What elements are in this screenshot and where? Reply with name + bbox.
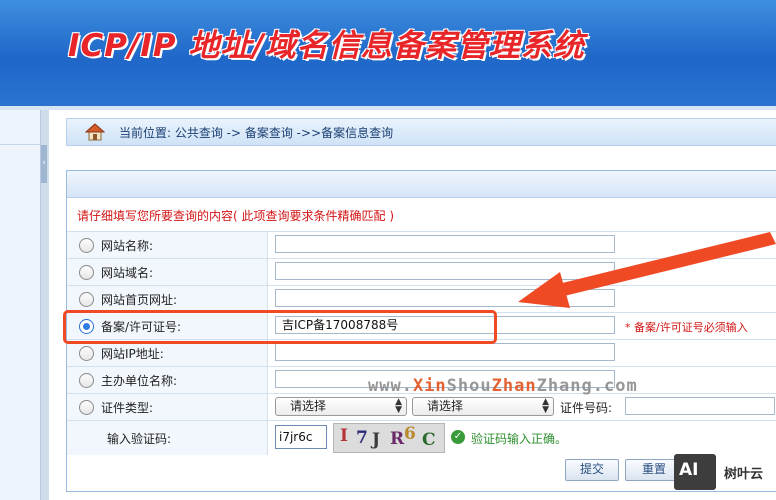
watermark: www.XinShouZhanZhang.com — [368, 376, 638, 396]
badge-name: 树叶云 — [724, 467, 764, 482]
captcha-char: R — [390, 429, 405, 449]
radio-site-name[interactable] — [79, 238, 94, 253]
radio-site-ip[interactable] — [79, 346, 94, 361]
brand-badge: AI 树叶云 — [672, 452, 776, 492]
captcha-char: C — [422, 430, 436, 450]
captcha-char: 7 — [356, 428, 368, 448]
left-nav-pane — [0, 110, 40, 500]
header-subbar — [0, 106, 776, 110]
query-notice: 请仔细填写您所要查询的内容( 此项查询要求条件精确匹配 ) — [77, 209, 394, 223]
label-cell: 网站域名: — [67, 259, 268, 285]
check-circle-icon: ✓ — [451, 430, 465, 444]
captcha-char: J — [372, 430, 381, 450]
breadcrumb-text: 当前位置: 公共查询 -> 备案查询 ->>备案信息查询 — [119, 126, 394, 140]
radio-site-domain[interactable] — [79, 265, 94, 280]
header-banner: ICP/IP 地址/域名信息备案管理系统 — [0, 0, 776, 106]
cert-subtype-select-value: 请选择 — [427, 399, 464, 413]
label-captcha: 输入验证码: — [107, 432, 172, 446]
watermark-part2: Shou — [446, 376, 492, 396]
label-cell: 输入验证码: — [67, 421, 268, 455]
radio-homepage-url[interactable] — [79, 292, 94, 307]
annotation-arrow — [518, 232, 776, 308]
label-cell: 网站名称: — [67, 232, 268, 258]
watermark-part4: Zhang — [536, 376, 593, 396]
form-row-captcha: 输入验证码: i7jr6c I 7 J R 6 C ✓ 验证码输入正确。 — [67, 420, 776, 455]
home-icon[interactable] — [85, 122, 105, 142]
label-cell: 主办单位名称: — [67, 367, 268, 393]
label-organizer: 主办单位名称: — [101, 374, 178, 388]
submit-button[interactable]: 提交 — [565, 459, 619, 481]
panel-header — [67, 171, 776, 198]
label-homepage-url: 网站首页网址: — [101, 293, 178, 307]
radio-cert-type[interactable] — [79, 400, 94, 415]
cert-type-select-value: 请选择 — [290, 399, 327, 413]
watermark-part1: Xin — [412, 376, 447, 396]
form-row-cert-type: 证件类型: 请选择 ▲ ▼ 请选择 ▲ ▼ 证件号码: — [67, 393, 776, 420]
label-cell: 证件类型: — [67, 394, 268, 420]
captcha-char: 6 — [404, 424, 416, 444]
cert-subtype-select[interactable]: 请选择 ▲ ▼ — [412, 397, 554, 416]
captcha-input[interactable]: i7jr6c — [275, 425, 327, 449]
cert-number-input[interactable] — [625, 397, 775, 415]
collapse-handle[interactable]: ‹ — [41, 145, 47, 183]
label-cell: 网站首页网址: — [67, 286, 268, 312]
label-site-domain: 网站域名: — [101, 266, 154, 280]
watermark-part3: Zhan — [491, 376, 537, 396]
annotation-highlight — [63, 310, 497, 344]
label-cert-number: 证件号码: — [560, 401, 613, 415]
select-arrow-icon: ▲ ▼ — [395, 397, 402, 415]
app-title: ICP/IP 地址/域名信息备案管理系统 — [68, 28, 585, 64]
captcha-char: I — [340, 426, 348, 446]
license-required-hint: * 备案/许可证号必须输入 — [625, 321, 748, 334]
select-arrow-icon: ▲ ▼ — [542, 397, 549, 415]
captcha-image[interactable]: I 7 J R 6 C — [333, 423, 445, 453]
label-site-name: 网站名称: — [101, 239, 154, 253]
watermark-prefix: www. — [368, 376, 413, 396]
label-cert-type: 证件类型: — [101, 401, 154, 415]
radio-organizer[interactable] — [79, 373, 94, 388]
label-site-ip: 网站IP地址: — [101, 347, 164, 361]
left-nav-separator — [0, 144, 40, 145]
site-ip-input[interactable] — [275, 343, 615, 361]
badge-logo: AI — [674, 454, 716, 490]
breadcrumb: 当前位置: 公共查询 -> 备案查询 ->>备案信息查询 — [66, 118, 776, 146]
captcha-status: 验证码输入正确。 — [471, 432, 568, 446]
cert-type-select[interactable]: 请选择 ▲ ▼ — [275, 397, 407, 416]
watermark-suffix: .com — [592, 376, 638, 396]
